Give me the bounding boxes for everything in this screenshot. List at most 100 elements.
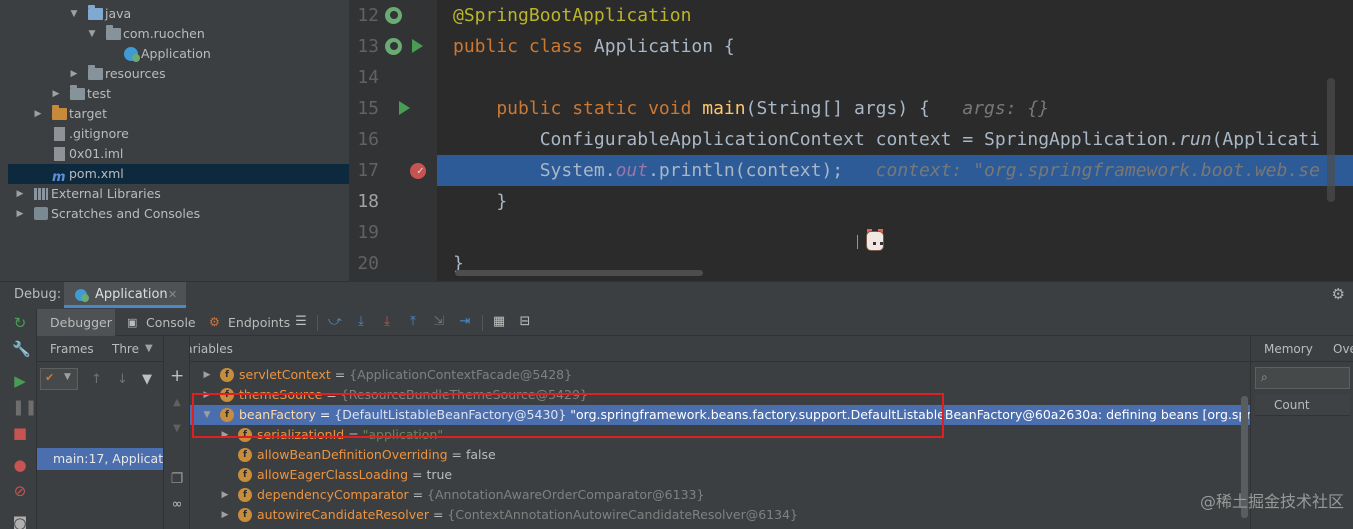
tree-item-java[interactable]: ▼ java [8,4,349,24]
editor-vertical-scrollbar[interactable] [1327,78,1335,202]
run-to-cursor-icon[interactable]: ⇥ [458,315,472,329]
tree-item-label: 0x01.iml [69,146,124,161]
code-line[interactable]: public class Application { [437,31,1353,62]
run-icon[interactable] [412,39,423,53]
code-line[interactable]: ConfigurableApplicationContext context =… [437,124,1353,155]
chevron-right-icon[interactable]: ▶ [68,64,80,84]
tree-item-external-libraries[interactable]: ▶ External Libraries [8,184,349,204]
variable-row[interactable]: ▶ f servletContext = {ApplicationContextFa… [190,365,1250,385]
stop-icon[interactable]: ■ [12,425,28,441]
tree-item-iml[interactable]: 0x01.iml [8,144,349,164]
resume-icon[interactable]: ▶ [12,373,28,389]
resources-folder-icon [88,65,103,81]
chevron-right-icon[interactable]: ▶ [14,184,26,204]
code-token: } [453,191,508,212]
step-out-icon[interactable]: ⤒ [406,315,420,329]
filter-icon[interactable]: ▼ [142,372,152,387]
rerun-icon[interactable]: ↻ [12,315,28,331]
debug-session-tab[interactable]: Application ✕ [64,282,186,308]
chevron-down-icon[interactable]: ▼ [86,24,98,44]
spring-class-icon [124,47,140,62]
chevron-right-icon[interactable]: ▶ [220,505,230,525]
code-line[interactable] [437,217,1353,248]
threads-tab[interactable]: Thre [112,336,139,362]
code-line-execution-point[interactable]: System.out.println(context); context: "o… [437,155,1353,186]
tree-item-gitignore[interactable]: .gitignore [8,124,349,144]
gutter-line: 20 [349,248,437,279]
chevron-right-icon[interactable]: ▶ [220,485,230,505]
code-line[interactable] [437,62,1353,93]
folder-icon [52,105,67,121]
code-line[interactable]: } [437,186,1353,217]
move-up-icon[interactable]: ▲ [170,396,184,410]
thread-check-icon: ✔ [45,371,55,384]
menu-icon[interactable]: ☰ [294,315,308,329]
chevron-right-icon[interactable]: ▶ [50,84,62,104]
pause-icon[interactable]: ❚❚ [12,399,37,415]
editor-horizontal-scrollbar[interactable] [455,270,703,276]
count-column-header[interactable]: Count [1255,394,1350,416]
selected-frame[interactable]: main:17, Applicatio [37,448,163,470]
move-down-icon[interactable]: ▼ [170,422,184,436]
view-breakpoints-icon[interactable]: ● [12,457,28,473]
chevron-down-icon[interactable]: ▼ [145,336,153,362]
code-token: (String[] args) { [745,98,930,119]
evaluate-expression-icon[interactable]: ▦ [492,315,506,329]
gutter-line: 18 [349,186,437,217]
show-execution-point-icon[interactable]: ⤻ [328,315,342,329]
camera-icon[interactable]: ◙ [12,515,28,529]
breakpoint-icon[interactable] [410,155,426,186]
code-editor[interactable]: 12 13 14 15 16 17 18 19 20 [349,0,1353,281]
step-over-icon[interactable]: ⤓ [354,315,368,329]
tree-item-label: resources [105,66,166,81]
chevron-right-icon[interactable]: ▶ [32,104,44,124]
mute-breakpoints-icon[interactable]: ⊘ [12,483,28,499]
frames-tab[interactable]: Frames [50,336,94,362]
code-line[interactable]: public static void main(String[] args) {… [437,93,1353,124]
variable-row[interactable]: ▶ f autowireCandidateResolver = {ContextAn… [190,505,1250,525]
spring-bean-icon[interactable] [385,38,402,55]
spring-bean-icon[interactable] [385,7,402,24]
arrow-down-icon[interactable]: ↓ [117,372,128,387]
tab-console[interactable]: ▣ Console [119,309,199,336]
variable-row[interactable]: ▶ f dependencyComparator = {AnnotationAwar… [190,485,1250,505]
chevron-right-icon[interactable]: ▶ [14,204,26,224]
add-watch-icon[interactable]: + [170,368,184,385]
chevron-right-icon[interactable]: ▶ [202,365,212,385]
tab-memory[interactable]: Memory [1264,336,1313,362]
thread-selector[interactable]: ✔ ▼ [40,368,78,390]
tab-overhead[interactable]: Ove [1333,336,1353,362]
tree-item-package[interactable]: ▼ com.ruochen [8,24,349,44]
memory-search-input[interactable]: ⌕ [1255,367,1350,389]
run-icon[interactable] [399,101,410,115]
field-icon: f [238,508,252,522]
chevron-down-icon: ▼ [64,372,71,382]
close-icon[interactable]: ✕ [168,282,177,308]
variable-row[interactable]: f allowEagerClassLoading = true [190,465,1250,485]
variable-row[interactable]: f allowBeanDefinitionOverriding = false [190,445,1250,465]
line-number: 12 [357,5,379,26]
tree-item-pom[interactable]: m pom.xml [8,164,349,185]
tree-item-scratches[interactable]: ▶ Scratches and Consoles [8,204,349,224]
tree-item-target[interactable]: ▶ target [8,104,349,124]
glasses-icon[interactable]: ∞ [170,498,184,512]
equals-sign: = [330,367,350,382]
tree-item-resources[interactable]: ▶ resources [8,64,349,84]
layout-icon[interactable]: ⊟ [518,315,532,329]
chevron-down-icon[interactable]: ▼ [68,4,80,24]
tab-endpoints[interactable]: ⚙ Endpoints [203,309,291,336]
tree-item-label: com.ruochen [123,26,205,41]
frames-header: Frames Thre ▼ [37,336,163,362]
tree-item-test[interactable]: ▶ test [8,84,349,104]
tree-item-application[interactable]: Application [8,44,349,64]
copy-icon[interactable]: ❐ [170,472,184,486]
tree-item-label: .gitignore [69,126,129,141]
equals-sign: = [408,467,427,482]
step-into-icon[interactable]: ⤓ [380,315,394,329]
gear-icon[interactable]: ⚙ [1332,287,1345,302]
arrow-up-icon[interactable]: ↑ [91,372,102,387]
wrench-icon[interactable]: 🔧 [12,341,31,357]
tab-debugger[interactable]: Debugger [37,309,115,336]
drop-frame-icon[interactable]: ⇲ [432,315,446,329]
code-line[interactable]: @SpringBootApplication [437,0,1353,31]
